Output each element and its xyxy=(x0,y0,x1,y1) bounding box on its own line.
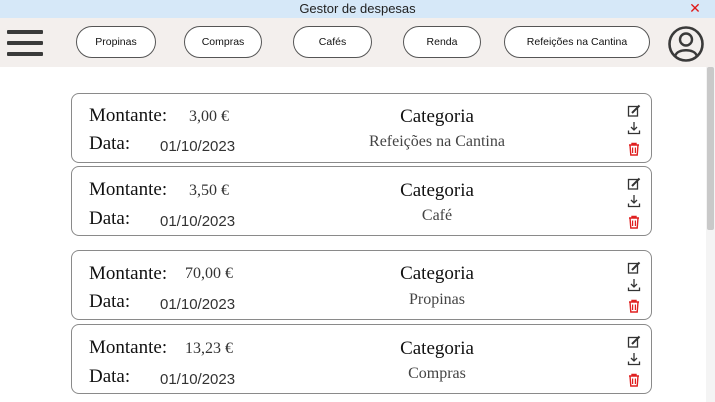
category-label: Categoria xyxy=(400,263,474,284)
expense-card[interactable]: Montante: 3,50 € Data: 01/10/2023 Catego… xyxy=(71,166,652,236)
category-value: Café xyxy=(421,207,453,224)
delete-icon[interactable] xyxy=(627,215,641,229)
date-label: Data: xyxy=(89,291,131,312)
amount-label: Montante: xyxy=(89,263,168,284)
category-label: Categoria xyxy=(400,106,474,127)
amount-value: 13,23 € xyxy=(185,340,233,357)
menu-bar xyxy=(7,52,43,56)
amount-label: Montante: xyxy=(89,105,168,126)
date-value: 01/10/2023 xyxy=(160,371,236,388)
date-label: Data: xyxy=(89,133,131,154)
category-value: Refeições na Cantina xyxy=(369,133,505,150)
date-label: Data: xyxy=(89,208,131,229)
category-label: Categoria xyxy=(400,338,474,359)
delete-icon[interactable] xyxy=(627,373,641,387)
scrollbar-thumb[interactable] xyxy=(707,67,714,230)
download-icon[interactable] xyxy=(627,352,641,366)
date-value: 01/10/2023 xyxy=(160,296,236,313)
filter-chip-cafes[interactable]: Cafés xyxy=(293,26,372,58)
close-icon[interactable]: ✕ xyxy=(688,0,702,18)
scrollbar[interactable] xyxy=(706,67,715,402)
category-value: Compras xyxy=(408,365,466,382)
delete-icon[interactable] xyxy=(627,142,641,156)
amount-label: Montante: xyxy=(89,337,168,358)
window-title: Gestor de despesas xyxy=(299,1,416,16)
date-label: Data: xyxy=(89,366,131,387)
expense-card[interactable]: Montante: 13,23 € Data: 01/10/2023 Categ… xyxy=(71,324,652,394)
category-value: Propinas xyxy=(409,291,465,308)
filter-chip-renda[interactable]: Renda xyxy=(403,26,481,58)
app-header: Propinas Compras Cafés Renda Refeições n… xyxy=(0,18,715,67)
amount-label: Montante: xyxy=(89,179,168,200)
menu-bar xyxy=(7,41,43,45)
menu-bar xyxy=(7,30,43,34)
user-profile-icon[interactable] xyxy=(667,25,705,63)
filter-chip-refeicoes-na-cantina[interactable]: Refeições na Cantina xyxy=(504,26,650,58)
hamburger-menu-icon[interactable] xyxy=(7,29,43,57)
filter-chip-compras[interactable]: Compras xyxy=(184,26,262,58)
download-icon[interactable] xyxy=(627,194,641,208)
date-value: 01/10/2023 xyxy=(160,138,236,155)
window-titlebar: Gestor de despesas ✕ xyxy=(0,0,715,18)
edit-icon[interactable] xyxy=(627,335,641,349)
expense-card[interactable]: Montante: 70,00 € Data: 01/10/2023 Categ… xyxy=(71,250,652,320)
amount-value: 3,00 € xyxy=(189,108,229,125)
amount-value: 3,50 € xyxy=(189,182,229,199)
expense-card[interactable]: Montante: 3,00 € Data: 01/10/2023 Catego… xyxy=(71,93,652,163)
edit-icon[interactable] xyxy=(627,177,641,191)
filter-chip-propinas[interactable]: Propinas xyxy=(76,26,156,58)
amount-value: 70,00 € xyxy=(185,265,233,282)
download-icon[interactable] xyxy=(627,278,641,292)
edit-icon[interactable] xyxy=(627,104,641,118)
date-value: 01/10/2023 xyxy=(160,213,236,230)
edit-icon[interactable] xyxy=(627,261,641,275)
category-label: Categoria xyxy=(400,180,474,201)
delete-icon[interactable] xyxy=(627,299,641,313)
download-icon[interactable] xyxy=(627,121,641,135)
